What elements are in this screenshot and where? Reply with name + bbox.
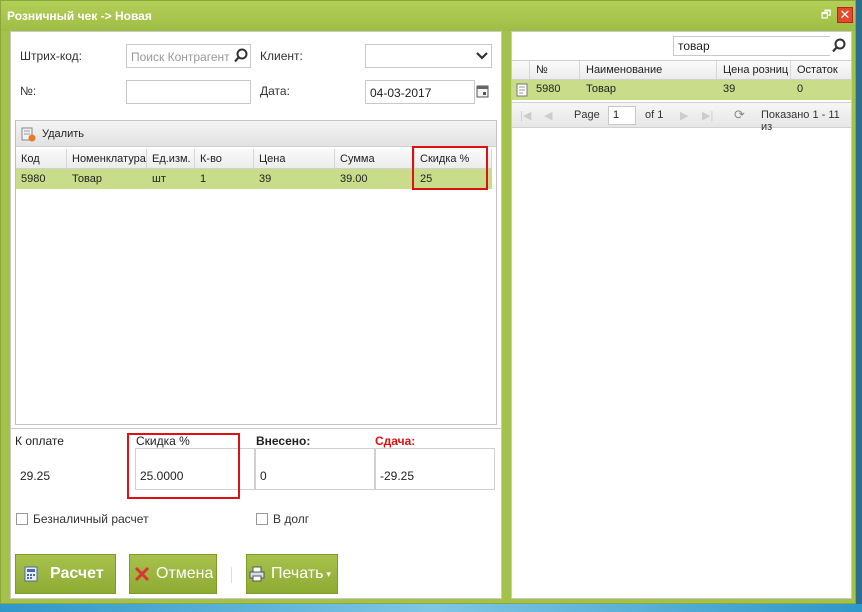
print-button[interactable]: Печать ▾ [246,554,338,594]
cell-name: Товар [586,83,616,95]
page-count: of 1 [645,109,664,121]
cancel-button[interactable]: Отмена [129,554,217,594]
delete-icon [21,127,36,142]
column-header[interactable]: К-во [195,149,254,168]
dropdown-arrow-icon[interactable]: ▾ [326,569,331,580]
receipt-window: Розничный чек -> Новая 🗗 ✕ Штрих-код: По… [0,0,856,604]
title-bar[interactable]: Розничный чек -> Новая 🗗 ✕ [1,1,855,31]
cell-price: 39 [723,83,736,95]
grid-toolbar: Удалить [16,121,496,147]
divider [11,428,501,429]
number-label: №: [20,84,37,98]
last-page-icon[interactable]: ▶| [702,109,713,122]
next-page-icon[interactable]: ▶ [680,109,688,122]
cancel-icon [134,566,150,582]
credit-label: В долг [273,512,310,526]
desktop-taskbar [0,604,862,612]
cell-stock: 0 [797,83,804,95]
first-page-icon[interactable]: |◀ [520,109,531,122]
shown-label: Показано 1 - 11 из [761,109,840,133]
page-input[interactable]: 1 [608,106,636,125]
calendar-icon[interactable] [475,81,491,103]
cashless-label: Безналичный расчет [33,512,149,526]
divider [231,567,232,583]
column-header[interactable]: Номенклатура [67,149,147,168]
document-icon [514,80,530,100]
receipt-panel: Штрих-код: Поиск Контрагент Клиент: №: Д… [10,31,502,599]
discount-column-highlight [412,146,488,190]
desktop-edge [856,0,862,604]
print-label: Печать [271,565,324,582]
calc-button[interactable]: Расчет [15,554,116,594]
catalog-panel: товар № Наименование Цена розниц Остаток… [511,31,852,599]
window-title: Розничный чек -> Новая [7,9,152,23]
restore-icon[interactable]: 🗗 [821,10,833,21]
delete-button[interactable]: Удалить [20,125,84,143]
number-input[interactable] [126,80,251,104]
client-label: Клиент: [260,49,303,63]
credit-checkbox[interactable] [256,513,268,525]
cell-unit: шт [152,173,166,185]
change-value: -29.25 [375,448,495,490]
barcode-label: Штрих-код: [20,49,82,63]
cell-code: 5980 [21,173,46,185]
to-pay-label: К оплате [15,434,64,448]
column-header[interactable]: Остаток [791,61,851,79]
prev-page-icon[interactable]: ◀ [544,109,552,122]
cell-qty: 1 [200,173,207,185]
printer-icon [249,566,265,582]
discount-field-highlight [127,433,240,499]
refresh-icon[interactable]: ⟳ [734,107,745,123]
column-header-icon [512,61,530,79]
catalog-search-input[interactable]: товар [673,36,848,56]
to-pay-value: 29.25 [15,448,133,490]
column-header[interactable]: Сумма [335,149,415,168]
search-icon[interactable] [830,36,848,56]
cell-sum: 39.00 [340,173,368,185]
search-icon[interactable] [232,45,250,67]
cell-number: 5980 [536,83,561,95]
column-header[interactable]: Наименование [580,61,717,79]
calc-label: Расчет [50,565,104,582]
chevron-down-icon[interactable] [473,45,491,67]
cell-price: 39 [259,173,272,185]
calculator-icon [24,566,38,582]
column-header[interactable]: № [530,61,580,79]
pagination-bar: |◀ ◀ Page 1 of 1 ▶ ▶| ⟳ Показано 1 - 11 … [512,102,851,133]
page-label: Page [574,109,600,121]
paid-label: Внесено: [256,434,311,448]
catalog-header: № Наименование Цена розниц Остаток [512,60,851,80]
column-header[interactable]: Ед.изм. [147,149,195,168]
date-label: Дата: [260,84,290,98]
delete-label: Удалить [42,128,84,140]
cancel-label: Отмена [156,565,214,582]
change-label: Сдача: [375,434,416,448]
date-input[interactable]: 04-03-2017 [365,80,475,104]
close-icon[interactable]: ✕ [837,7,853,23]
column-header[interactable]: Код [16,149,67,168]
paid-input[interactable]: 0 [255,448,375,490]
cashless-checkbox[interactable] [16,513,28,525]
table-row[interactable]: 5980 Товар 39 0 [512,80,851,100]
cell-item: Товар [72,173,102,185]
column-header[interactable]: Цена [254,149,335,168]
column-header[interactable]: Цена розниц [717,61,791,79]
